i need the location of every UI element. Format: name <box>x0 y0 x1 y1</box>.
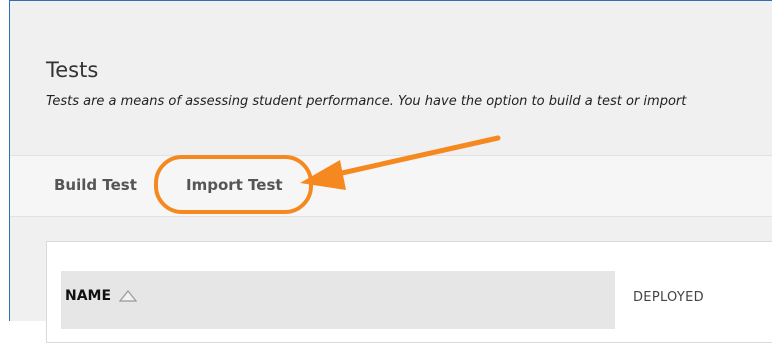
build-test-button[interactable]: Build Test <box>54 176 137 194</box>
page-description: Tests are a means of assessing student p… <box>46 94 687 109</box>
divider <box>10 216 772 217</box>
action-bar: Build Test Import Test <box>10 156 772 216</box>
column-header-name-label: NAME <box>65 288 112 304</box>
content-frame: Tests Tests are a means of assessing stu… <box>9 0 772 343</box>
column-header-name[interactable]: NAME <box>61 271 615 329</box>
tests-table: NAME DEPLOYED <box>46 241 772 343</box>
import-test-button[interactable]: Import Test <box>186 176 283 194</box>
column-header-deployed[interactable]: DEPLOYED <box>633 290 704 305</box>
sort-ascending-icon[interactable] <box>119 290 137 302</box>
page-title: Tests <box>46 58 99 82</box>
